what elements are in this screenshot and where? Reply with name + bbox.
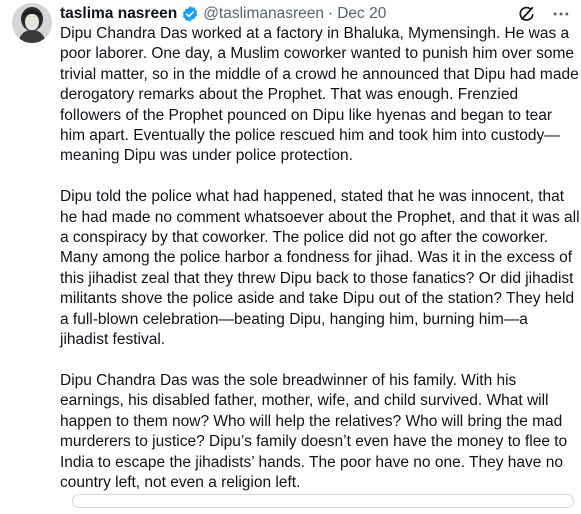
- media-card-edge[interactable]: [72, 494, 574, 508]
- tweet-paragraph: Dipu Chandra Das worked at a factory in …: [60, 25, 579, 165]
- verified-badge-icon: [181, 5, 199, 23]
- tweet-text: Dipu Chandra Das worked at a factory in …: [60, 24, 580, 514]
- tweet-header: taslima nasreen @taslimanasreen · Dec 20: [60, 3, 571, 25]
- author-handle[interactable]: @taslimanasreen: [203, 4, 324, 24]
- avatar[interactable]: [12, 3, 52, 43]
- tweet[interactable]: taslima nasreen @taslimanasreen · Dec 20: [0, 0, 581, 508]
- header-actions: [517, 3, 571, 25]
- more-options-icon[interactable]: [551, 4, 571, 24]
- author-name[interactable]: taslima nasreen: [60, 4, 177, 24]
- tweet-paragraph: Dipu told the police what had happened, …: [60, 188, 580, 349]
- meta-separator: ·: [328, 5, 334, 22]
- grok-icon[interactable]: [517, 4, 537, 24]
- tweet-date[interactable]: Dec 20: [337, 4, 386, 24]
- tweet-paragraph: Dipu Chandra Das was the sole breadwinne…: [60, 371, 568, 491]
